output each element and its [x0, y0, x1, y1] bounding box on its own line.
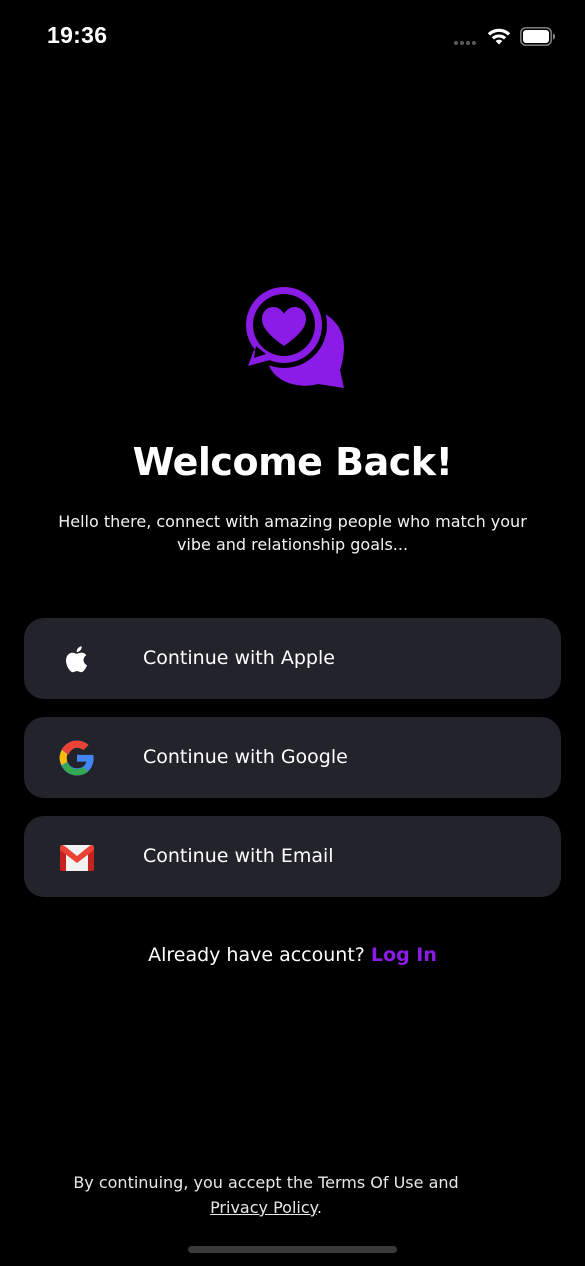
- legal-suffix: .: [316, 1198, 322, 1217]
- home-indicator[interactable]: [188, 1246, 397, 1253]
- continue-with-email-button[interactable]: Continue with Email: [24, 816, 561, 897]
- apple-button-label: Continue with Apple: [143, 647, 335, 669]
- legal-notice: By continuing, you accept the Terms Of U…: [40, 1170, 492, 1220]
- privacy-policy-link[interactable]: Privacy Policy: [210, 1198, 317, 1217]
- apple-icon: [66, 646, 87, 673]
- page-subtitle: Hello there, connect with amazing people…: [58, 512, 527, 554]
- chat-heart-icon: [241, 282, 344, 388]
- continue-with-apple-button[interactable]: Continue with Apple: [24, 618, 561, 699]
- cellular-dots-icon: [454, 41, 476, 45]
- gmail-icon: [60, 845, 94, 871]
- status-time: 19:36: [47, 22, 108, 48]
- status-bar: 19:36: [0, 0, 585, 74]
- legal-text: By continuing, you accept the Terms Of U…: [73, 1173, 459, 1192]
- login-link[interactable]: Log In: [371, 944, 437, 966]
- google-button-label: Continue with Google: [143, 746, 348, 768]
- continue-with-google-button[interactable]: Continue with Google: [24, 717, 561, 798]
- email-button-label: Continue with Email: [143, 845, 334, 867]
- wifi-icon: [487, 28, 511, 45]
- login-prompt-row: Already have account? Log In: [0, 944, 585, 966]
- page-title: Welcome Back!: [132, 440, 453, 484]
- google-icon: [59, 740, 94, 776]
- battery-icon: [520, 27, 555, 46]
- welcome-screen: 19:36 Welcome Back! Hello there, connect…: [0, 0, 585, 1266]
- login-prompt-text: Already have account?: [148, 944, 365, 966]
